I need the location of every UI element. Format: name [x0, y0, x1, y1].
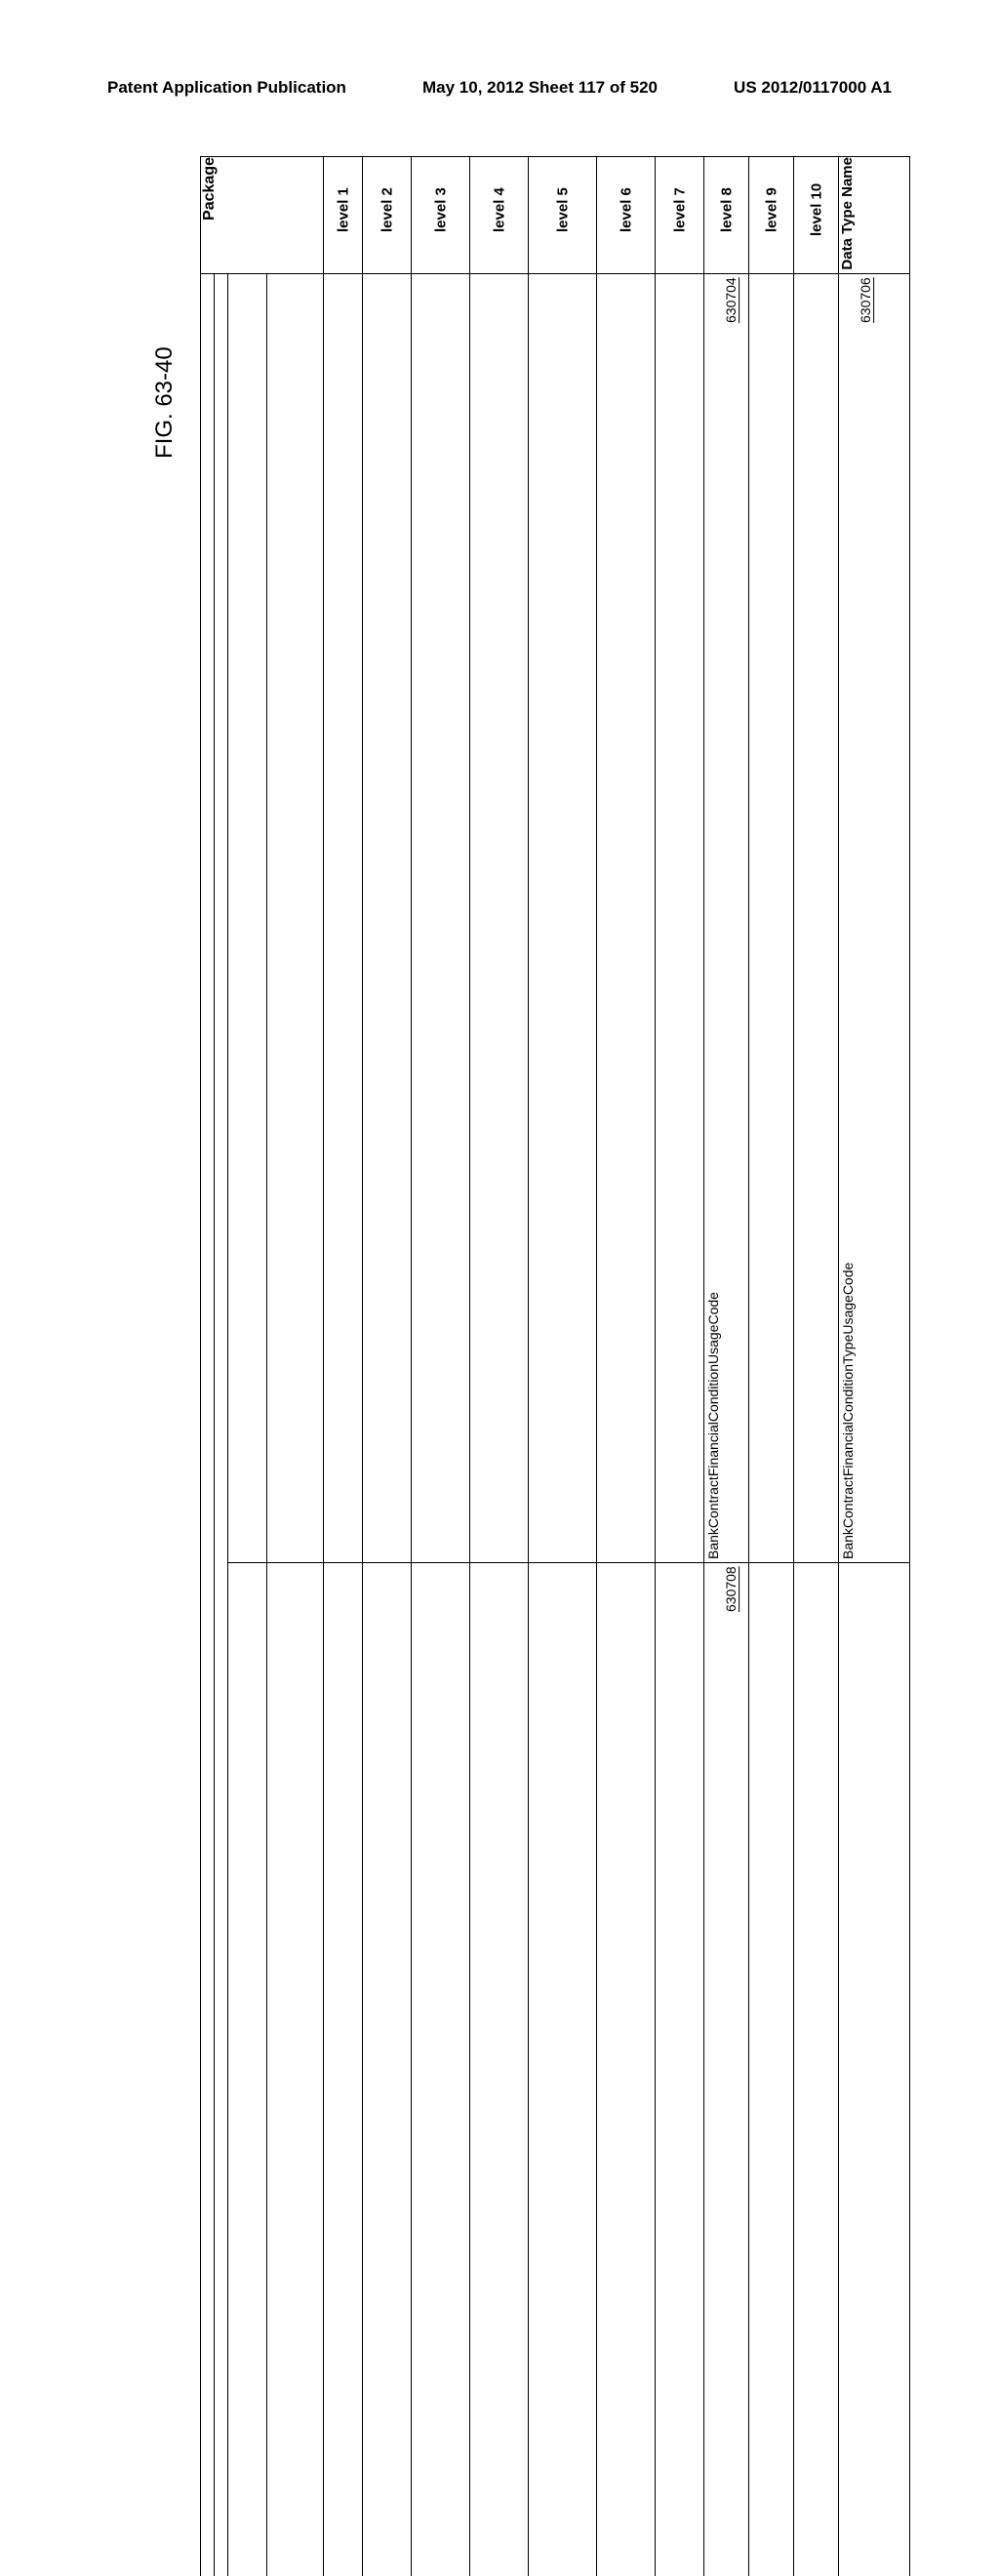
col-level-10: level 10	[794, 157, 839, 274]
col-level-2: level 2	[363, 157, 412, 274]
table-row: Calculation 630708	[201, 1563, 910, 2576]
cell-l4	[470, 1563, 529, 2576]
pkg-cell-d	[267, 274, 324, 1563]
header-mid: May 10, 2012 Sheet 117 of 520	[422, 78, 658, 98]
col-level-9: level 9	[749, 157, 794, 274]
cell-l2	[363, 1563, 412, 2576]
col-level-1: level 1	[324, 157, 363, 274]
col-level-5: level 5	[529, 157, 597, 274]
cell-l1	[324, 1563, 363, 2576]
cell-l5	[529, 274, 597, 1563]
cell-l5	[529, 1563, 597, 2576]
pkg-cell-a	[201, 274, 215, 2576]
cell-l8: Calculation 630708	[704, 1563, 749, 2576]
table-wrap: Package level 1 level 2 level 3 level 4 …	[200, 156, 819, 1122]
cell-l3	[412, 1563, 470, 2576]
cell-l10	[794, 1563, 839, 2576]
cell-l7	[656, 1563, 704, 2576]
cell-dt: BankContractFinancialConditionTypeUsageC…	[839, 274, 910, 1563]
cell-l2	[363, 274, 412, 1563]
col-level-4: level 4	[470, 157, 529, 274]
col-level-8: level 8	[704, 157, 749, 274]
cell-l6	[597, 1563, 656, 2576]
cell-l4	[470, 274, 529, 1563]
cell-l3	[412, 274, 470, 1563]
cell-l1	[324, 274, 363, 1563]
pkg-cell-b	[215, 274, 228, 2576]
cell-l9	[749, 1563, 794, 2576]
cell-l10	[794, 274, 839, 1563]
data-table: Package level 1 level 2 level 3 level 4 …	[200, 156, 910, 2576]
pkg-cell-d	[267, 1563, 324, 2576]
cell-l8: BankContractFinancialConditionUsageCode …	[704, 274, 749, 1563]
cell-ref: 630704	[721, 277, 739, 323]
pkg-cell-c	[228, 274, 267, 1563]
cell-dt	[839, 1563, 910, 2576]
cell-l9	[749, 274, 794, 1563]
cell-ref: 630706	[856, 277, 873, 323]
header-right: US 2012/0117000 A1	[734, 78, 892, 98]
page: Patent Application Publication May 10, 2…	[0, 0, 999, 1288]
table-row: BankContractFinancialConditionUsageCode …	[201, 274, 910, 1563]
col-level-6: level 6	[597, 157, 656, 274]
page-header: Patent Application Publication May 10, 2…	[0, 78, 999, 98]
col-level-7: level 7	[656, 157, 704, 274]
col-level-3: level 3	[412, 157, 470, 274]
cell-l6	[597, 274, 656, 1563]
cell-text: BankContractFinancialConditionUsageCode	[705, 1292, 721, 1559]
cell-text: BankContractFinancialConditionTypeUsageC…	[840, 1263, 856, 1559]
col-package: Package	[201, 157, 324, 274]
cell-l7	[656, 274, 704, 1563]
header-left: Patent Application Publication	[107, 78, 346, 98]
figure-label: FIG. 63-40	[151, 346, 179, 459]
pkg-cell-c	[228, 1563, 267, 2576]
cell-ref: 630708	[721, 1566, 739, 1612]
col-data-type: Data Type Name	[839, 157, 910, 274]
